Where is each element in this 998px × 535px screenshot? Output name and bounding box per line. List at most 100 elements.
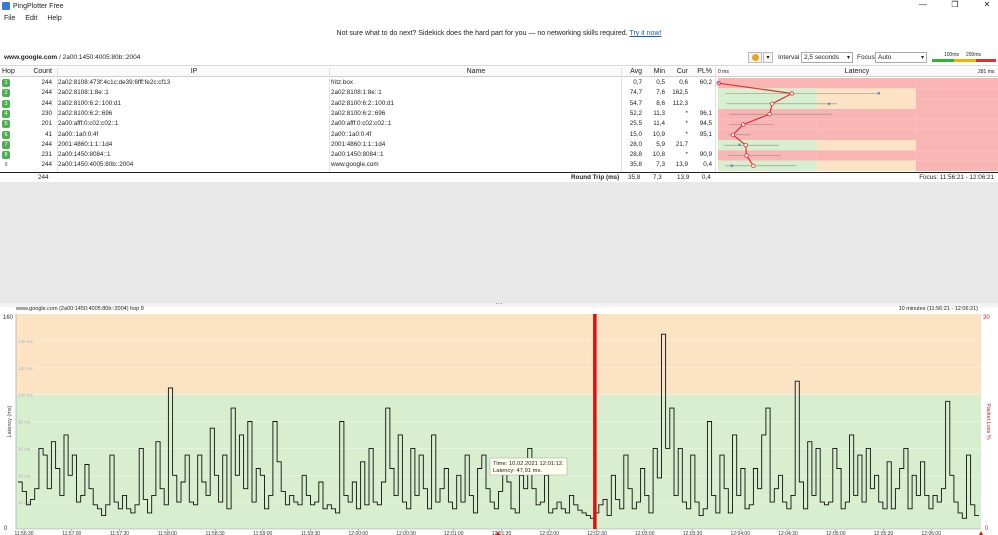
- grid-label: 60 ms: [18, 446, 31, 451]
- col-name[interactable]: Name: [331, 67, 621, 77]
- trace-row[interactable]: 5 201 2a00:afff:0:c02:c02::1 2a00:afff:0:c0…: [0, 119, 716, 129]
- menu-file[interactable]: File: [4, 15, 15, 22]
- hop-cell: 6: [2, 130, 24, 140]
- cell-avg: 25,5: [629, 120, 642, 128]
- footer-avg: 35,8: [628, 174, 641, 181]
- cell-name: 2a02:8108:1:8e::1: [331, 89, 382, 97]
- y-tick-label: 0: [4, 526, 8, 532]
- cell-name: 2a00:afff:0:c02:c02::1: [331, 120, 392, 128]
- cell-name: 2a02:8100:6:2::100:d1: [331, 99, 395, 107]
- hop-cell: 4: [2, 109, 24, 119]
- col-latency[interactable]: Latency: [716, 67, 998, 77]
- col-avg[interactable]: Avg: [622, 67, 642, 77]
- cell-ip: 2a02:8100:6:2::100:d1: [58, 99, 122, 107]
- hop-number: 9: [4, 162, 8, 169]
- latency-avg-point: [730, 132, 736, 138]
- pause-icon: [752, 54, 759, 61]
- footer-label: Round Trip (ms): [571, 174, 620, 181]
- x-tick-label: 12:02:00: [540, 531, 560, 535]
- close-button[interactable]: ✕: [982, 0, 992, 9]
- trace-row[interactable]: 4 230 2a02:8100:6:2::696 2a02:8100:6:2::696…: [0, 109, 716, 119]
- latency-graph: × × × × ×: [716, 78, 998, 171]
- cell-cur: 21,7: [675, 140, 688, 148]
- cell-min: 10,8: [652, 151, 665, 159]
- col-ip[interactable]: IP: [58, 67, 330, 77]
- y2-axis-label: Packet Loss %: [985, 403, 991, 439]
- col-cur[interactable]: Cur: [668, 67, 688, 77]
- legend-good-bar: [932, 59, 954, 62]
- latency-avg-point: [789, 91, 795, 96]
- cell-count: 230: [41, 109, 52, 117]
- trace-toggle-button[interactable]: [748, 52, 762, 63]
- col-hop[interactable]: Hop: [2, 67, 24, 77]
- latency-tooltip: Time: 10.02.2021 12:01:12.Latency: 47,91…: [489, 457, 568, 476]
- x-tick-label: 11:56:30: [14, 531, 33, 535]
- focus-label: Focus: [857, 54, 875, 61]
- trace-options-dropdown[interactable]: ▾: [763, 52, 773, 63]
- latency-band-warn: [816, 150, 916, 161]
- x-tick-label: 12:05:00: [826, 531, 846, 535]
- cell-count: 244: [41, 161, 52, 169]
- trace-row[interactable]: 9 244 2a00:1450:4005:80b::2004 www.google.c…: [0, 160, 716, 170]
- col-min[interactable]: Min: [645, 67, 665, 77]
- y2-tick-label: 30: [983, 315, 990, 321]
- cell-min: 11,4: [653, 120, 665, 128]
- banner-link[interactable]: Try it now!: [629, 30, 661, 37]
- app-icon: [2, 2, 10, 10]
- trace-row[interactable]: 1 244 2a02:8108:473f:4c1c:de39:6fff:fe2c:c…: [0, 78, 716, 88]
- cell-cur: *: [685, 151, 688, 159]
- cell-ip: 2001:4860:1:1::1d4: [58, 140, 113, 148]
- latency-band-bad: [915, 150, 998, 161]
- cell-pl: 0,4: [703, 161, 712, 169]
- maximize-button[interactable]: ❐: [950, 0, 960, 9]
- trace-row[interactable]: 2 244 2a02:8108:1:8e::1 2a02:8108:1:8e::1 74…: [0, 88, 716, 98]
- target-host: www.google.com: [4, 54, 58, 61]
- col-pl[interactable]: PL%: [690, 67, 712, 77]
- menu-edit[interactable]: Edit: [25, 15, 37, 22]
- latency-band-bad: [915, 109, 998, 120]
- x-tick-label: 12:06:00: [922, 531, 942, 535]
- x-tick-label: 12:04:30: [778, 531, 798, 535]
- minimize-button[interactable]: —: [918, 0, 928, 9]
- menu-help[interactable]: Help: [47, 15, 61, 22]
- cell-cur: *: [685, 120, 688, 128]
- trace-grid-header: Hop Count IP Name Avg Min Cur PL% Latenc…: [0, 67, 998, 77]
- focus-select[interactable]: Auto ▾: [875, 52, 927, 63]
- legend-bad-bar: [976, 59, 996, 62]
- cell-ip: 2a00:1450:8084::1: [58, 151, 111, 159]
- cell-min: 5,9: [656, 140, 665, 148]
- time-marker-icon: [979, 531, 983, 535]
- footer-min: 7,3: [653, 174, 662, 181]
- grid-label: 80 ms: [18, 420, 31, 425]
- interval-select[interactable]: 2,5 seconds ▾: [801, 52, 853, 63]
- cell-ip: 2a02:8100:6:2::696: [58, 109, 113, 117]
- latency-avg-point: [744, 153, 749, 158]
- target-ip: / 2a00:1450:4005:80b::2004: [57, 54, 141, 61]
- hop-cell: 8: [2, 150, 24, 160]
- cell-min: 11,3: [653, 109, 665, 117]
- cell-count: 244: [41, 79, 52, 86]
- footer-cur: 13,9: [677, 174, 690, 181]
- target-address: www.google.com / 2a00:1450:4005:80b::200…: [4, 54, 140, 61]
- latency-band-warn: [816, 119, 916, 130]
- grid-label: 100 ms: [18, 393, 34, 398]
- trace-row[interactable]: 6 41 2a00::1a0:0:4f 2a00::1a0:0:4f 15,0 10,9 *…: [0, 130, 716, 140]
- latency-cur-marker: ×: [717, 81, 721, 87]
- latency-band-bad: [915, 88, 998, 99]
- latency-band-warn: [816, 129, 916, 140]
- latency-cur-marker: ×: [877, 92, 881, 98]
- cell-count: 244: [41, 89, 52, 97]
- x-tick-label: 12:03:00: [635, 531, 655, 535]
- x-tick-label: 12:00:30: [396, 531, 416, 535]
- cell-pl: 94,5: [699, 120, 712, 128]
- trace-row[interactable]: 3 244 2a02:8100:6:2::100:d1 2a02:8100:6:2::…: [0, 99, 716, 109]
- toolbar: www.google.com / 2a00:1450:4005:80b::200…: [0, 50, 998, 66]
- interval-value: 2,5 seconds: [804, 54, 840, 61]
- cell-cur: *: [685, 109, 688, 117]
- trace-row[interactable]: 7 244 2001:4860:1:1::1d4 2001:4860:1:1::1d4…: [0, 140, 716, 150]
- footer-pl: 0,4: [702, 174, 711, 181]
- trace-row[interactable]: 8 231 2a00:1450:8084::1 2a00:1450:8084::1 28…: [0, 150, 716, 160]
- col-count[interactable]: Count: [24, 67, 52, 77]
- latency-cur-marker: ×: [827, 102, 831, 108]
- x-tick-label: 11:59:30: [301, 531, 320, 535]
